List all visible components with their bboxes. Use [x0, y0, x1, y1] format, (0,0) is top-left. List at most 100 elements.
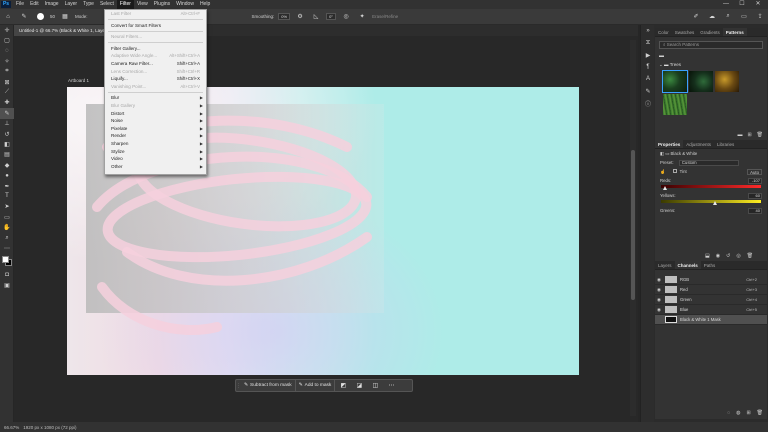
zoom-level[interactable]: 66.67%: [4, 425, 19, 430]
preset-dropdown[interactable]: Custom: [678, 160, 739, 166]
menu-file[interactable]: File: [13, 0, 27, 9]
home-icon[interactable]: ⌂: [3, 12, 13, 22]
view-previous-icon[interactable]: ◉: [716, 253, 720, 259]
invert-mask-icon[interactable]: ◪: [351, 380, 367, 391]
filter-menu-item-render[interactable]: Render ▶: [105, 132, 206, 140]
actions-icon[interactable]: ▶: [641, 49, 655, 61]
menu-edit[interactable]: Edit: [27, 0, 42, 9]
minimize-icon[interactable]: —: [718, 0, 734, 9]
symmetry-icon[interactable]: ✦: [357, 12, 367, 22]
filter-menu-item-video[interactable]: Video ▶: [105, 155, 206, 163]
new-channel-icon[interactable]: ⊞: [746, 410, 750, 416]
pattern-thumbnail[interactable]: [663, 94, 687, 115]
tint-checkbox[interactable]: [672, 169, 677, 173]
filter-menu-item-liquify[interactable]: Liquify... Shift+Ctrl+X: [105, 75, 206, 83]
more-options-icon[interactable]: ⋯: [383, 380, 399, 391]
lasso-tool-icon[interactable]: ◌: [0, 46, 14, 56]
share-icon[interactable]: ⇪: [755, 12, 765, 22]
trash-icon[interactable]: 🗑: [757, 132, 763, 138]
reds-slider-knob[interactable]: [663, 186, 667, 190]
filter-menu-item-stylize[interactable]: Stylize ▶: [105, 148, 206, 156]
folder-icon[interactable]: ▬: [659, 53, 763, 59]
pattern-folder-trees[interactable]: ⌄ ▬ Trees: [659, 62, 763, 68]
clip-to-layer-icon[interactable]: ⬓: [705, 253, 710, 259]
pattern-thumbnail[interactable]: [689, 71, 713, 92]
eraser-tool-icon[interactable]: ◧: [0, 139, 14, 149]
filter-menu-item-distort[interactable]: Distort ▶: [105, 110, 206, 118]
yellows-slider-knob[interactable]: [713, 201, 717, 205]
trash-icon[interactable]: 🗑: [757, 410, 763, 416]
eye-icon[interactable]: ◉: [655, 297, 663, 303]
pen-tool-icon[interactable]: ✒: [0, 181, 14, 191]
pressure-size-icon[interactable]: ◎: [341, 12, 351, 22]
feather-mask-icon[interactable]: ◫: [367, 380, 383, 391]
brush-tool-icon[interactable]: ✎: [0, 108, 14, 119]
eye-icon[interactable]: ◉: [655, 287, 663, 293]
type-tool-icon[interactable]: T: [0, 191, 14, 201]
angle-field[interactable]: 0°: [326, 13, 337, 20]
channel-row-rgb[interactable]: ◉ RGB Ctrl+2: [655, 275, 767, 285]
tab-patterns[interactable]: Patterns: [722, 28, 747, 36]
brushes-icon[interactable]: ✎: [641, 85, 655, 97]
artboard-tool-icon[interactable]: ▢: [0, 35, 14, 45]
subtract-from-mask-button[interactable]: ✎ Subtract from mask: [241, 380, 296, 391]
tab-adjustments[interactable]: Adjustments: [683, 140, 714, 148]
menu-layer[interactable]: Layer: [62, 0, 81, 9]
erase-refine-label[interactable]: Erase/Refine: [372, 14, 398, 19]
tab-channels[interactable]: Channels: [674, 261, 701, 269]
tab-libraries[interactable]: Libraries: [714, 140, 737, 148]
screen-mode-icon[interactable]: ▣: [0, 280, 14, 290]
paragraph-icon[interactable]: ¶: [641, 61, 655, 73]
scrollbar-thumb[interactable]: [631, 150, 635, 300]
history-icon[interactable]: ⧖: [641, 37, 655, 49]
search-icon[interactable]: ⌕: [723, 12, 733, 22]
menu-filter[interactable]: Filter: [116, 0, 134, 9]
eyedropper-tool-icon[interactable]: ⟋: [0, 87, 14, 97]
reds-slider[interactable]: [661, 185, 761, 190]
pattern-thumbnail[interactable]: [662, 70, 688, 93]
yellows-value-field[interactable]: 60: [748, 192, 762, 199]
foreground-color-swatch[interactable]: [2, 255, 9, 263]
clone-stamp-tool-icon[interactable]: ⊥: [0, 119, 14, 129]
filter-menu-item-filter-gallery[interactable]: Filter Gallery...: [105, 45, 206, 53]
menu-type[interactable]: Type: [80, 0, 97, 9]
reds-value-field[interactable]: -107: [748, 177, 762, 184]
gradient-tool-icon[interactable]: ▤: [0, 150, 14, 160]
more-tools-icon[interactable]: ⋯: [0, 243, 14, 253]
filter-menu-item-noise[interactable]: Noise ▶: [105, 117, 206, 125]
menu-image[interactable]: Image: [42, 0, 62, 9]
tab-color[interactable]: Color: [655, 28, 672, 36]
path-selection-tool-icon[interactable]: ➤: [0, 202, 14, 212]
menu-view[interactable]: View: [134, 0, 151, 9]
menu-window[interactable]: Window: [173, 0, 197, 9]
channel-row-mask[interactable]: Black & White 1 Mask: [655, 315, 767, 325]
tab-layers[interactable]: Layers: [655, 261, 675, 269]
smoothing-field[interactable]: 0%: [278, 13, 291, 20]
frame-tool-icon[interactable]: ⊠: [0, 77, 14, 87]
menu-plugins[interactable]: Plugins: [151, 0, 173, 9]
brush-settings-icon[interactable]: ▦: [60, 12, 70, 22]
patterns-search-input[interactable]: ⌕ Search Patterns: [659, 41, 763, 49]
tab-swatches[interactable]: Swatches: [672, 28, 698, 36]
eye-icon[interactable]: ◉: [655, 277, 663, 283]
angle-icon[interactable]: ◺: [311, 12, 321, 22]
channel-row-red[interactable]: ◉ Red Ctrl+3: [655, 285, 767, 295]
menu-help[interactable]: Help: [197, 0, 213, 9]
move-tool-icon[interactable]: ✛: [0, 25, 14, 35]
cloud-icon[interactable]: ☁: [707, 12, 717, 22]
vertical-scrollbar[interactable]: [630, 40, 636, 416]
mask-options-icon[interactable]: ◩: [335, 380, 351, 391]
quick-mask-icon[interactable]: ◘: [0, 270, 14, 280]
new-group-icon[interactable]: ▬: [737, 132, 742, 138]
trash-icon[interactable]: 🗑: [747, 253, 753, 259]
filter-menu-item-pixelate[interactable]: Pixelate ▶: [105, 125, 206, 133]
zoom-tool-icon[interactable]: ⌕: [0, 233, 14, 243]
filter-menu-item-other[interactable]: Other ▶: [105, 163, 206, 171]
add-to-mask-button[interactable]: ✎ Add to mask: [296, 380, 336, 391]
targeted-adjust-icon[interactable]: ☝: [660, 169, 667, 174]
channel-row-green[interactable]: ◉ Green Ctrl+4: [655, 295, 767, 305]
eye-icon[interactable]: ◉: [655, 307, 663, 313]
filter-menu-item-sharpen[interactable]: Sharpen ▶: [105, 140, 206, 148]
greens-value-field[interactable]: 40: [748, 207, 762, 214]
filter-menu-item-camera-raw-filter[interactable]: Camera Raw Filter... Shift+Ctrl+A: [105, 60, 206, 68]
